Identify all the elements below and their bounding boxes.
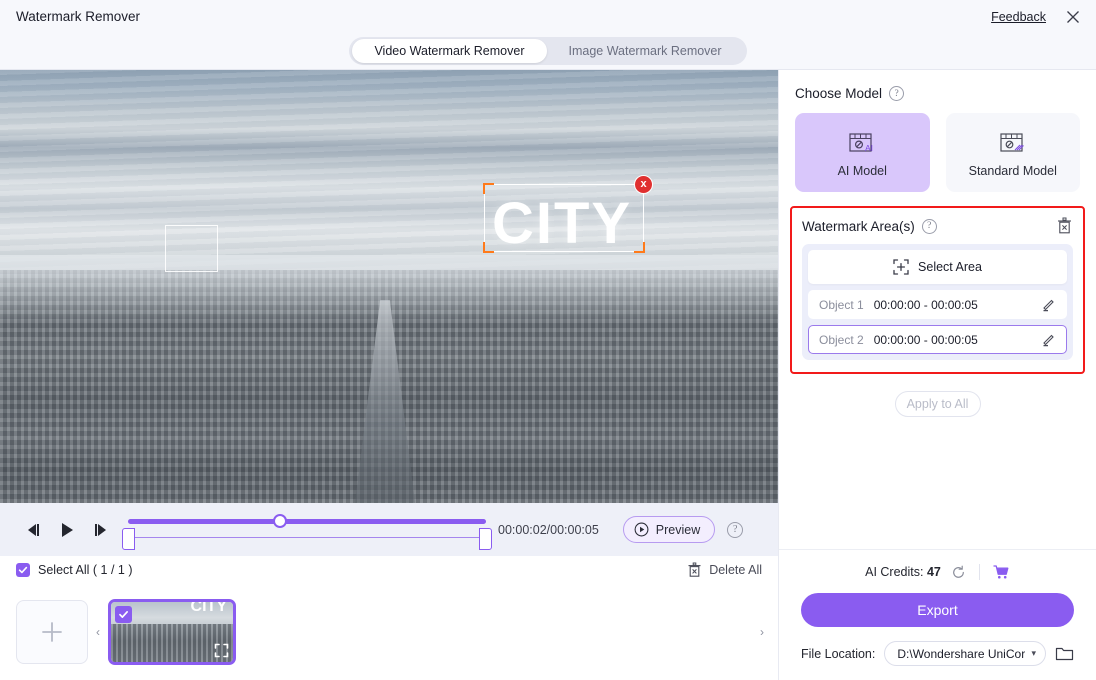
tab-bar: Video Watermark Remover Image Watermark … <box>0 33 1096 70</box>
preview-label: Preview <box>655 522 701 537</box>
filmstrip: ‹ CITY › <box>0 584 778 680</box>
resize-handle-top-left[interactable] <box>483 183 494 194</box>
trim-track <box>130 536 484 538</box>
credits-label: AI Credits: 47 <box>865 565 941 579</box>
watermark-areas-list: Select Area Object 1 00:00:00 - 00:00:05… <box>802 244 1073 360</box>
delete-all-areas-icon[interactable] <box>1056 217 1073 235</box>
folder-icon[interactable] <box>1055 645 1074 662</box>
media-thumbnail[interactable]: CITY <box>108 599 236 665</box>
preview-play-icon <box>634 522 649 537</box>
filmstrip-next-icon[interactable]: › <box>760 625 764 639</box>
filmstrip-header: Select All ( 1 / 1 ) Delete All <box>0 556 778 584</box>
chevron-down-icon[interactable]: ▾ <box>1025 648 1036 659</box>
edit-area-icon-2[interactable] <box>1041 332 1056 347</box>
watermark-area-name-2: Object 2 <box>819 332 864 347</box>
watermark-areas-panel: Watermark Area(s) ? Select Area Object 1… <box>790 206 1085 374</box>
video-frame <box>0 70 778 503</box>
apply-to-all-button[interactable]: Apply to All <box>894 391 981 417</box>
trim-handle-right[interactable] <box>479 527 492 550</box>
preview-help-icon[interactable]: ? <box>727 521 744 538</box>
plus-icon <box>42 622 62 642</box>
watermark-selection-box-1[interactable]: x <box>483 175 653 253</box>
tab-image-watermark-remover[interactable]: Image Watermark Remover <box>547 39 744 63</box>
delete-all-label: Delete All <box>709 563 762 577</box>
timeline-track[interactable] <box>128 518 486 524</box>
select-area-label: Select Area <box>918 260 982 274</box>
trim-handle-left[interactable] <box>122 527 135 550</box>
edit-area-icon-1[interactable] <box>1041 297 1056 312</box>
time-display: 00:00:02/00:00:05 <box>498 522 599 537</box>
remove-selection-icon[interactable]: x <box>634 175 653 194</box>
main-layout: CITY x 00:00:02/00:00:05 Preview ? Selec… <box>0 70 1096 680</box>
resize-handle-bottom-right[interactable] <box>634 242 645 253</box>
select-all-checkbox[interactable] <box>16 563 30 577</box>
thumbnail-expand-icon[interactable] <box>213 642 229 658</box>
tab-video-watermark-remover[interactable]: Video Watermark Remover <box>352 39 547 63</box>
settings-panel: Choose Model ? AI AI Model Standard Mode… <box>778 70 1096 680</box>
apply-to-all-row: Apply to All <box>779 374 1096 417</box>
watermark-area-time-2: 00:00:00 - 00:00:05 <box>873 332 978 347</box>
add-media-button[interactable] <box>16 600 88 664</box>
player-controls: 00:00:02/00:00:05 Preview ? <box>0 503 778 556</box>
watermark-area-row-1[interactable]: Object 1 00:00:00 - 00:00:05 <box>808 290 1067 319</box>
crosshair-select-icon <box>893 259 909 275</box>
file-location-value: D:\Wondershare UniCor <box>897 646 1026 661</box>
select-all-label: Select All ( 1 / 1 ) <box>38 563 133 577</box>
svg-text:AI: AI <box>865 143 873 153</box>
trash-icon <box>688 562 701 577</box>
editor-column: CITY x 00:00:02/00:00:05 Preview ? Selec… <box>0 70 778 680</box>
filmstrip-prev-icon[interactable]: ‹ <box>96 625 100 639</box>
watermark-area-name-1: Object 1 <box>819 297 864 312</box>
title-bar: Watermark Remover Feedback <box>0 0 1096 33</box>
file-location-row: File Location: D:\Wondershare UniCor ▾ <box>801 641 1074 666</box>
refresh-credits-icon[interactable] <box>951 565 966 580</box>
choose-model-help-icon[interactable]: ? <box>889 86 905 101</box>
export-button[interactable]: Export <box>801 593 1074 627</box>
watermark-areas-title-wrap: Watermark Area(s) ? <box>802 218 937 234</box>
video-timeline[interactable] <box>122 510 492 550</box>
thumbnail-checkbox[interactable] <box>115 606 132 623</box>
watermark-area-time-1: 00:00:00 - 00:00:05 <box>873 297 978 312</box>
choose-model-title: Choose Model <box>795 86 883 101</box>
playhead-handle[interactable] <box>273 513 287 528</box>
model-option-standard[interactable]: Standard Model <box>945 113 1080 192</box>
model-option-standard-label: Standard Model <box>968 163 1057 178</box>
titlebar-actions: Feedback <box>991 6 1084 28</box>
credits-value: 47 <box>926 565 941 579</box>
model-option-ai[interactable]: AI AI Model <box>795 113 930 192</box>
watermark-areas-title: Watermark Area(s) <box>802 218 915 234</box>
video-preview-stage[interactable]: CITY x <box>0 70 778 503</box>
choose-model-section: Choose Model ? AI AI Model Standard Mode… <box>779 70 1096 192</box>
model-options: AI AI Model Standard Model <box>795 113 1080 192</box>
delete-all-button[interactable]: Delete All <box>687 562 762 578</box>
standard-model-icon <box>1000 132 1024 152</box>
credits-label-text: AI Credits: <box>865 565 924 579</box>
app-title: Watermark Remover <box>16 9 141 24</box>
thumbnail-watermark-text: CITY <box>190 599 227 615</box>
cart-icon[interactable] <box>993 564 1010 580</box>
feedback-link[interactable]: Feedback <box>991 10 1046 24</box>
frame-horizon-haze <box>0 255 778 325</box>
watermark-areas-header: Watermark Area(s) ? <box>802 217 1073 235</box>
step-forward-icon[interactable] <box>84 513 118 547</box>
file-location-label: File Location: <box>801 646 876 661</box>
step-backward-icon[interactable] <box>16 513 50 547</box>
file-location-select[interactable]: D:\Wondershare UniCor ▾ <box>884 641 1046 666</box>
watermark-selection-box-2[interactable] <box>165 225 218 272</box>
watermark-areas-help-icon[interactable]: ? <box>921 218 937 234</box>
preview-button[interactable]: Preview <box>622 516 716 543</box>
export-section: AI Credits: 47 Export File Location: D:\… <box>779 549 1096 680</box>
select-area-button[interactable]: Select Area <box>808 250 1067 284</box>
close-icon[interactable] <box>1062 6 1084 28</box>
credits-separator <box>978 564 980 580</box>
model-option-ai-label: AI Model <box>837 163 887 178</box>
play-icon[interactable] <box>50 513 84 547</box>
ai-model-icon: AI <box>849 132 873 153</box>
resize-handle-bottom-left[interactable] <box>483 242 494 253</box>
tab-group: Video Watermark Remover Image Watermark … <box>349 37 747 65</box>
choose-model-header: Choose Model ? <box>795 86 1080 101</box>
frame-sky-texture <box>0 70 778 280</box>
watermark-area-row-2[interactable]: Object 2 00:00:00 - 00:00:05 <box>808 325 1067 354</box>
credits-row: AI Credits: 47 <box>801 564 1074 580</box>
